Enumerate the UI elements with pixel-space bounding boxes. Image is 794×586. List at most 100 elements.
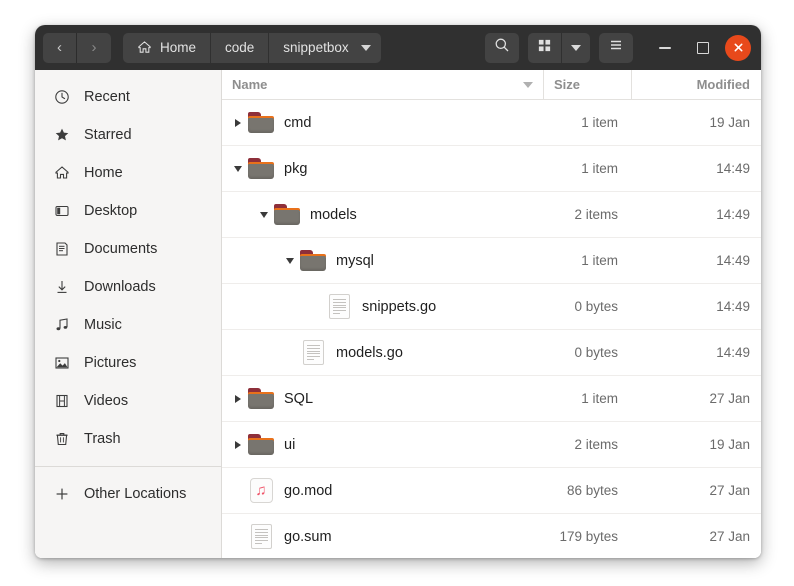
- close-icon: [733, 41, 744, 55]
- file-list: Name Size Modified cmd 1 item 19 Jan pkg 1 i…: [222, 70, 761, 558]
- table-row[interactable]: mysql 1 item 14:49: [222, 238, 761, 284]
- row-name-label: go.mod: [284, 482, 333, 499]
- sidebar-item-music[interactable]: Music: [35, 306, 221, 344]
- close-button[interactable]: [725, 34, 751, 61]
- chevron-down-icon: [360, 44, 371, 51]
- breadcrumb-label: Home: [160, 40, 197, 55]
- chevron-down-icon: [234, 165, 242, 172]
- table-row[interactable]: ♫ go.mod 86 bytes 27 Jan: [222, 468, 761, 514]
- documents-icon: [51, 241, 73, 257]
- chevron-down-icon: [523, 81, 533, 88]
- row-name-label: go.sum: [284, 528, 332, 545]
- search-button[interactable]: [485, 32, 519, 63]
- expander-toggle[interactable]: [256, 211, 272, 218]
- maximize-button[interactable]: [687, 32, 719, 64]
- sidebar-item-label: Videos: [84, 393, 129, 409]
- sidebar-item-documents[interactable]: Documents: [35, 230, 221, 268]
- row-name-cell: pkg: [222, 158, 543, 179]
- row-name-cell: snippets.go: [222, 294, 543, 319]
- view-options-dropdown[interactable]: [562, 32, 590, 63]
- desktop-icon: [51, 203, 73, 219]
- table-row[interactable]: models 2 items 14:49: [222, 192, 761, 238]
- sidebar-item-starred[interactable]: Starred: [35, 116, 221, 154]
- file-manager-window: ‹ › Home code snippetbox Recent Starred …: [35, 25, 761, 558]
- sidebar-item-videos[interactable]: Videos: [35, 382, 221, 420]
- sidebar-item-label: Trash: [84, 431, 121, 447]
- chevron-right-icon: [235, 440, 241, 449]
- row-icon: ♫: [246, 478, 276, 503]
- grid-view-icon: [537, 38, 552, 58]
- grid-view-button[interactable]: [528, 32, 562, 63]
- back-button[interactable]: ‹: [43, 32, 77, 63]
- column-headers: Name Size Modified: [222, 70, 761, 100]
- row-modified: 14:49: [716, 299, 750, 314]
- plus-icon: [51, 486, 73, 502]
- folder-icon: [248, 388, 274, 409]
- sidebar-item-home[interactable]: Home: [35, 154, 221, 192]
- sidebar-item-pictures[interactable]: Pictures: [35, 344, 221, 382]
- row-size: 0 bytes: [574, 299, 618, 314]
- sidebar-item-trash[interactable]: Trash: [35, 420, 221, 458]
- breadcrumb-item-home[interactable]: Home: [123, 32, 212, 63]
- expander-toggle[interactable]: [230, 440, 246, 449]
- sidebar-divider: [35, 466, 221, 467]
- main-menu-button[interactable]: [599, 32, 633, 63]
- folder-icon: [248, 434, 274, 455]
- row-name-cell: SQL: [222, 388, 543, 409]
- sidebar-item-label: Recent: [84, 89, 130, 105]
- expander-toggle[interactable]: [230, 165, 246, 172]
- minimize-button[interactable]: [649, 32, 681, 64]
- row-size: 0 bytes: [574, 345, 618, 360]
- sidebar-item-recent[interactable]: Recent: [35, 78, 221, 116]
- sidebar-item-label: Home: [84, 165, 123, 181]
- expander-toggle[interactable]: [230, 118, 246, 127]
- star-icon: [51, 127, 73, 143]
- clock-icon: [51, 89, 73, 105]
- folder-icon: [248, 112, 274, 133]
- row-name-cell: models: [222, 204, 543, 225]
- view-mode-group: [528, 32, 590, 63]
- expander-toggle[interactable]: [282, 257, 298, 264]
- chevron-down-icon: [286, 257, 294, 264]
- column-header-size[interactable]: Size: [543, 70, 631, 99]
- row-modified: 14:49: [716, 161, 750, 176]
- sidebar-item-downloads[interactable]: Downloads: [35, 268, 221, 306]
- table-row[interactable]: cmd 1 item 19 Jan: [222, 100, 761, 146]
- row-size: 2 items: [574, 207, 618, 222]
- chevron-right-icon: [235, 394, 241, 403]
- table-row[interactable]: snippets.go 0 bytes 14:49: [222, 284, 761, 330]
- table-row[interactable]: ui 2 items 19 Jan: [222, 422, 761, 468]
- row-size: 1 item: [581, 253, 618, 268]
- sidebar-item-other-locations[interactable]: Other Locations: [35, 475, 221, 513]
- row-name-label: models: [310, 206, 357, 223]
- breadcrumb-item-snippetbox[interactable]: snippetbox: [269, 32, 381, 63]
- navigation-buttons: ‹ ›: [43, 32, 111, 63]
- table-row[interactable]: models.go 0 bytes 14:49: [222, 330, 761, 376]
- forward-button[interactable]: ›: [77, 32, 111, 63]
- row-icon: [246, 434, 276, 455]
- table-row[interactable]: pkg 1 item 14:49: [222, 146, 761, 192]
- row-modified: 19 Jan: [709, 437, 750, 452]
- music-icon: [51, 317, 73, 333]
- hamburger-menu-icon: [608, 37, 624, 58]
- chevron-down-icon: [571, 44, 581, 51]
- row-modified: 14:49: [716, 253, 750, 268]
- table-row[interactable]: SQL 1 item 27 Jan: [222, 376, 761, 422]
- row-name-label: cmd: [284, 114, 312, 131]
- videos-icon: [51, 393, 73, 409]
- row-modified: 14:49: [716, 345, 750, 360]
- sidebar-item-desktop[interactable]: Desktop: [35, 192, 221, 230]
- column-header-modified-label: Modified: [696, 77, 750, 92]
- minimize-icon: [659, 46, 671, 49]
- row-name-cell: go.sum: [222, 524, 543, 549]
- column-header-name[interactable]: Name: [222, 77, 543, 92]
- row-modified: 19 Jan: [709, 115, 750, 130]
- table-row[interactable]: go.sum 179 bytes 27 Jan: [222, 514, 761, 558]
- row-size: 2 items: [574, 437, 618, 452]
- row-name-cell: ui: [222, 434, 543, 455]
- breadcrumb-item-code[interactable]: code: [211, 32, 270, 63]
- file-rows: cmd 1 item 19 Jan pkg 1 item 14:49 models 2 ite…: [222, 100, 761, 558]
- column-header-modified[interactable]: Modified: [631, 70, 761, 99]
- expander-toggle[interactable]: [230, 394, 246, 403]
- breadcrumb: Home code snippetbox: [123, 32, 381, 63]
